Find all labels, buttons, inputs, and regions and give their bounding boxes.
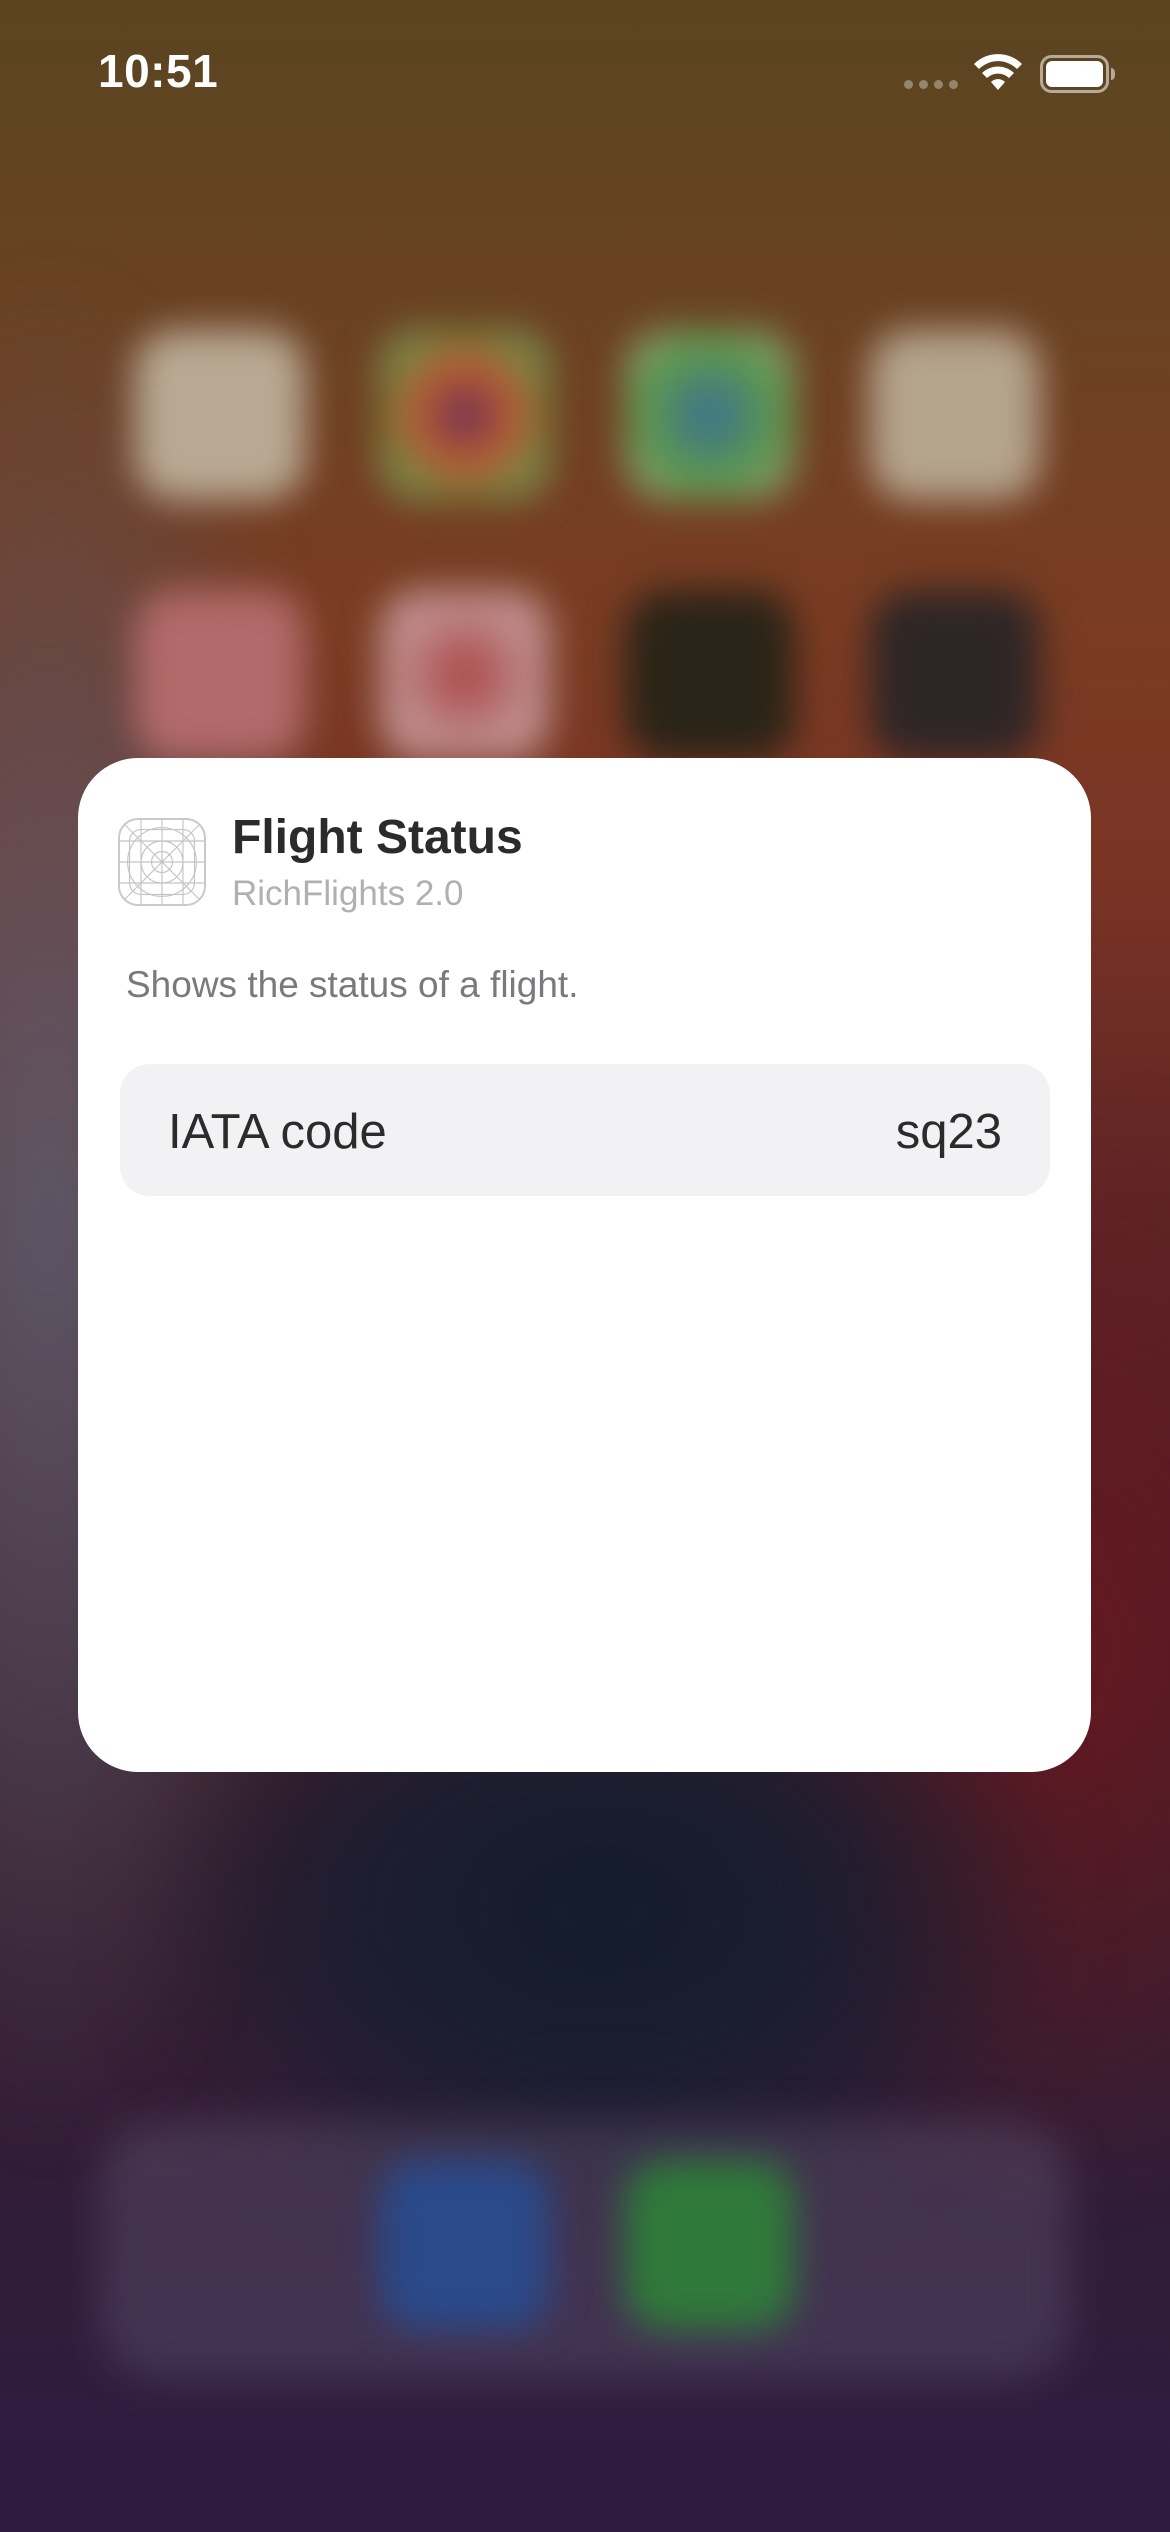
battery-icon xyxy=(1040,55,1115,93)
iata-code-parameter-row[interactable]: IATA code sq23 xyxy=(120,1064,1050,1196)
blurred-dock-icon xyxy=(380,2160,550,2330)
status-time: 10:51 xyxy=(98,45,219,97)
home-screen: 10:51 Flight Status RichFlights 2.0 Show… xyxy=(0,0,1170,2532)
shortcut-description: Shows the status of a flight. xyxy=(126,964,579,1005)
shortcut-card: Flight Status RichFlights 2.0 Shows the … xyxy=(78,758,1091,1772)
app-name-subtitle: RichFlights 2.0 xyxy=(232,874,464,913)
parameter-value[interactable]: sq23 xyxy=(896,1104,1002,1160)
blurred-dock-icon xyxy=(625,2160,795,2330)
cellular-signal-icon xyxy=(904,80,958,89)
blurred-app-icon xyxy=(380,330,550,500)
blurred-app-icon xyxy=(135,330,305,500)
app-placeholder-icon xyxy=(118,818,206,906)
parameter-label: IATA code xyxy=(168,1105,387,1159)
blurred-app-icon xyxy=(135,590,305,760)
blurred-app-icon xyxy=(625,330,795,500)
blurred-app-icon xyxy=(870,330,1040,500)
shortcut-title: Flight Status xyxy=(232,811,523,864)
dock xyxy=(100,2120,1070,2380)
blurred-app-icon xyxy=(380,590,550,760)
status-bar: 10:51 xyxy=(0,0,1170,150)
wifi-icon xyxy=(974,54,1022,90)
blurred-app-icon xyxy=(625,590,795,760)
blurred-app-icon xyxy=(870,590,1040,760)
